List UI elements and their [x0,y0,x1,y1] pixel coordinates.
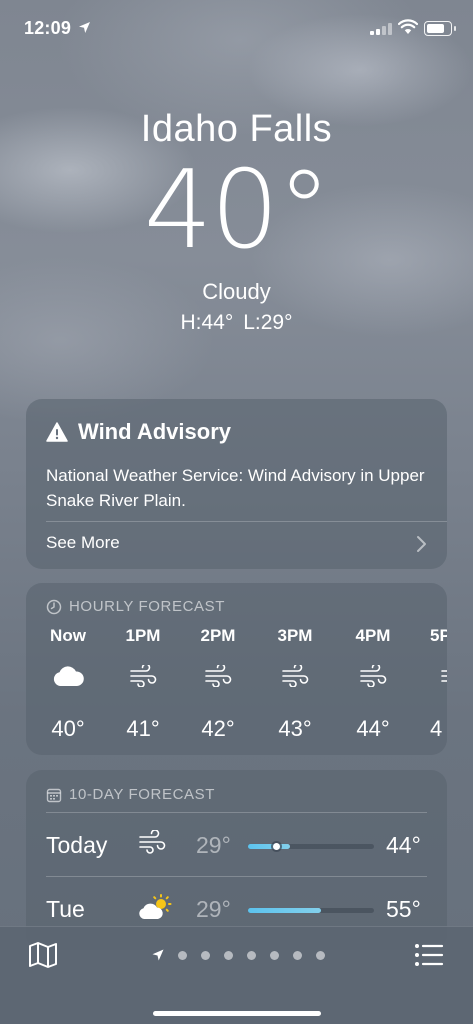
wind-icon [205,665,232,687]
temperature-range-bar [248,908,374,913]
current-temperature: 40° [143,148,331,273]
bottom-toolbar [0,926,473,1024]
alert-body: National Weather Service: Wind Advisory … [46,466,425,510]
hourly-forecast-label: HOURLY FORECAST [46,598,225,615]
wifi-icon [398,19,418,34]
low-temperature: L:29° [243,311,293,334]
page-dot [316,950,325,960]
hour-temperature: 44° [356,716,390,741]
wind-icon [441,670,447,682]
ten-day-forecast-card[interactable]: 10-DAY FORECAST Today 29° 44° Tue 29° 55… [26,770,447,950]
partly-sunny-icon [139,894,172,919]
divider [46,876,427,877]
hour-time: Now [50,626,86,645]
location-arrow-icon [79,22,90,33]
wind-icon [130,665,157,687]
divider [46,812,427,813]
status-bar: 12:09 [0,0,473,58]
calendar-icon [46,788,62,802]
wind-icon [282,665,309,687]
day-low-temperature: 29° [196,832,231,858]
hour-temperature: 40° [51,716,85,741]
divider [46,521,447,522]
page-dot [247,950,256,960]
hour-item: Now 40° [33,626,103,742]
home-indicator[interactable] [153,1011,321,1016]
day-row-today[interactable]: Today 29° 44° [26,814,447,876]
alert-title: Wind Advisory [46,419,231,445]
ten-day-forecast-label-text: 10-DAY FORECAST [69,786,215,803]
hour-time: 3PM [277,626,313,645]
hour-item: 3PM 43° [260,626,330,742]
high-low: H:44° L:29° [0,311,473,335]
temperature-range-bar [248,843,374,850]
page-dot [178,950,187,960]
temperature-range-fill [248,844,290,849]
hour-temperature: 43° [278,716,312,741]
warning-icon [46,422,68,442]
page-dot [293,950,302,960]
battery-icon [424,21,456,36]
hour-time: 1PM [125,626,161,645]
hourly-forecast-card[interactable]: HOURLY FORECAST Now 40° 1PM 41° 2PM 42° … [26,583,447,755]
temperature-range-fill [248,908,322,913]
day-name: Tue [46,896,85,922]
hour-time: 2PM [200,626,236,645]
ten-day-forecast-label: 10-DAY FORECAST [46,786,215,803]
day-high-temperature: 44° [386,832,421,858]
city-name: Idaho Falls [140,108,333,150]
alert-title-text: Wind Advisory [78,419,232,444]
page-indicator[interactable] [152,949,325,961]
day-high-temperature: 55° [386,896,421,922]
see-more-link[interactable]: See More [46,533,120,553]
high-temperature: H:44° [180,311,234,334]
page-dot [201,950,210,960]
page-dot [224,950,233,960]
page-dot [270,950,279,960]
hour-item: 2PM 42° [183,626,253,742]
hour-time: 4PM [355,626,391,645]
current-location-page-icon [152,949,164,961]
status-time: 12:09 [24,18,72,38]
map-icon[interactable] [28,941,58,969]
hour-item: 1PM 41° [108,626,178,742]
wind-icon [360,665,387,687]
hour-item: 5P 4 [416,626,447,742]
hour-temperature: 42° [201,716,235,741]
hour-temperature: 41° [126,716,160,741]
wind-advisory-card[interactable]: Wind Advisory National Weather Service: … [26,399,447,569]
list-icon[interactable] [414,943,444,967]
hour-item: 4PM 44° [338,626,408,742]
chevron-right-icon[interactable] [415,535,427,553]
hour-time: 5P [430,626,447,645]
clock-icon [46,599,62,614]
hourly-forecast-label-text: HOURLY FORECAST [69,598,225,615]
current-condition: Cloudy [202,279,271,304]
cellular-signal-icon [370,23,392,35]
day-low-temperature: 29° [196,896,231,922]
hour-temperature: 4 [430,716,443,741]
cloud-icon [53,666,84,686]
wind-icon [139,830,166,854]
current-weather: Idaho Falls 40° Cloudy H:44° L:29° [0,108,473,335]
day-name: Today [46,832,108,858]
